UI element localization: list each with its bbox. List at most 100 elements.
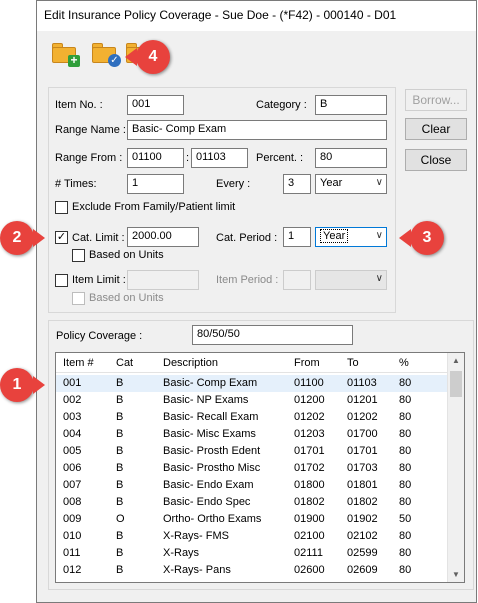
- table-row[interactable]: 007 B Basic- Endo Exam 01800 01801 80: [56, 477, 448, 494]
- table-cell: Basic- NP Exams: [163, 394, 249, 406]
- every-unit-select[interactable]: Year ∨: [315, 174, 387, 194]
- item-no-field[interactable]: 001: [127, 95, 184, 115]
- scroll-down-icon[interactable]: ▼: [452, 570, 460, 579]
- table-cell: B: [116, 411, 124, 423]
- table-cell: 01703: [347, 462, 378, 474]
- callout-arrow: [125, 48, 137, 66]
- table-cell: B: [116, 445, 124, 457]
- table-cell: 006: [63, 462, 82, 474]
- close-button[interactable]: Close: [405, 149, 467, 171]
- table-cell: Ortho- Ortho Exams: [163, 513, 262, 525]
- cat-period-unit-value: Year: [320, 229, 349, 243]
- cat-period-field[interactable]: 1: [283, 227, 311, 247]
- cat-limit-checkbox[interactable]: ✓: [55, 231, 68, 244]
- table-cell: 01900: [294, 513, 325, 525]
- table-row[interactable]: 003 B Basic- Recall Exam 01202 01202 80: [56, 409, 448, 426]
- range-name-field[interactable]: Basic- Comp Exam: [127, 120, 387, 140]
- table-cell: 01103: [347, 377, 377, 389]
- every-field[interactable]: 3: [283, 174, 311, 194]
- table-cell: Basic- Prostho Misc: [163, 462, 261, 474]
- scroll-up-icon[interactable]: ▲: [452, 356, 460, 365]
- table-cell: 80: [399, 394, 412, 406]
- table-cell: B: [116, 496, 124, 508]
- table-cell: 008: [63, 496, 82, 508]
- range-from-field[interactable]: 01100: [127, 148, 184, 168]
- cat-based-units-checkbox[interactable]: [72, 249, 85, 262]
- table-cell: 02599: [347, 547, 378, 559]
- vertical-scrollbar[interactable]: ▲ ▼: [447, 353, 464, 582]
- table-row[interactable]: 009 O Ortho- Ortho Exams 01900 01902 50: [56, 511, 448, 528]
- table-cell: B: [116, 462, 124, 474]
- exclude-checkbox[interactable]: [55, 201, 68, 214]
- folder-add-icon[interactable]: +: [50, 42, 80, 67]
- table-row[interactable]: 004 B Basic- Misc Exams 01203 01700 80: [56, 426, 448, 443]
- category-field[interactable]: B: [315, 95, 387, 115]
- table-row[interactable]: 001 B Basic- Comp Exam 01100 01103 80: [56, 375, 448, 392]
- column-header[interactable]: Description: [163, 357, 218, 369]
- column-header[interactable]: Cat: [116, 357, 133, 369]
- table-cell: 50: [399, 513, 412, 525]
- table-cell: Basic- Recall Exam: [163, 411, 259, 423]
- range-from-label: Range From :: [55, 152, 123, 164]
- table-cell: 011: [63, 547, 81, 559]
- cat-limit-field[interactable]: 2000.00: [127, 227, 199, 247]
- item-limit-field[interactable]: [127, 270, 199, 290]
- column-header[interactable]: From: [294, 357, 320, 369]
- table-cell: 02111: [294, 547, 323, 559]
- table-cell: 01802: [347, 496, 378, 508]
- column-header[interactable]: %: [399, 357, 409, 369]
- table-cell: 01200: [294, 394, 325, 406]
- percent-field[interactable]: 80: [315, 148, 387, 168]
- table-row[interactable]: 006 B Basic- Prostho Misc 01702 01703 80: [56, 460, 448, 477]
- policy-coverage-field[interactable]: 80/50/50: [192, 325, 353, 345]
- table-cell: 009: [63, 513, 82, 525]
- folder-check-icon[interactable]: ✓: [90, 42, 121, 67]
- item-limit-checkbox[interactable]: [55, 274, 68, 287]
- table-cell: 80: [399, 496, 412, 508]
- borrow-button[interactable]: Borrow...: [405, 89, 467, 111]
- table-cell: 007: [63, 479, 82, 491]
- column-header[interactable]: Item #: [63, 357, 94, 369]
- table-cell: 80: [399, 530, 412, 542]
- times-field[interactable]: 1: [127, 174, 184, 194]
- table-cell: 01202: [294, 411, 325, 423]
- table-cell: B: [116, 564, 124, 576]
- cat-period-label: Cat. Period :: [216, 232, 278, 244]
- table-cell: 01202: [347, 411, 378, 423]
- column-header[interactable]: To: [347, 357, 359, 369]
- table-cell: 01801: [347, 479, 378, 491]
- table-row[interactable]: 008 B Basic- Endo Spec 01802 01802 80: [56, 494, 448, 511]
- table-cell: 01701: [347, 445, 378, 457]
- range-to-field[interactable]: 01103: [191, 148, 248, 168]
- clear-button[interactable]: Clear: [405, 118, 467, 140]
- table-row[interactable]: 012 B X-Rays- Pans 02600 02609 80: [56, 562, 448, 579]
- table-cell: 003: [63, 411, 82, 423]
- item-no-label: Item No. :: [55, 99, 103, 111]
- item-period-field[interactable]: [283, 270, 311, 290]
- table-cell: B: [116, 547, 124, 559]
- table-row[interactable]: 011 B X-Rays 02111 02599 80: [56, 545, 448, 562]
- table-cell: 002: [63, 394, 82, 406]
- table-cell: 01203: [294, 428, 325, 440]
- item-period-unit-select[interactable]: ∨: [315, 270, 387, 290]
- table-cell: 01802: [294, 496, 325, 508]
- table-cell: Basic- Comp Exam: [163, 377, 258, 389]
- callout-badge: 1: [0, 368, 34, 402]
- chevron-down-icon: ∨: [375, 230, 383, 241]
- scrollbar-thumb[interactable]: [450, 371, 462, 397]
- table-row[interactable]: 010 B X-Rays- FMS 02100 02102 80: [56, 528, 448, 545]
- item-period-label: Item Period :: [216, 274, 279, 286]
- item-limit-label: Item Limit :: [72, 274, 126, 286]
- item-based-units-checkbox[interactable]: [72, 292, 85, 305]
- table-cell: 010: [63, 530, 82, 542]
- callout-arrow: [33, 229, 45, 247]
- table-row[interactable]: 005 B Basic- Prosth Edent 01701 01701 80: [56, 443, 448, 460]
- callout-arrow: [33, 376, 45, 394]
- table-cell: 02100: [294, 530, 325, 542]
- table-cell: Basic- Endo Exam: [163, 479, 254, 491]
- table-row[interactable]: 002 B Basic- NP Exams 01200 01201 80: [56, 392, 448, 409]
- table-cell: X-Rays- Pans: [163, 564, 231, 576]
- cat-period-unit-select[interactable]: Year ∨: [315, 227, 387, 247]
- coverage-table: Item # Cat Description From To % 001 B Bas…: [55, 352, 465, 583]
- table-cell: 80: [399, 479, 412, 491]
